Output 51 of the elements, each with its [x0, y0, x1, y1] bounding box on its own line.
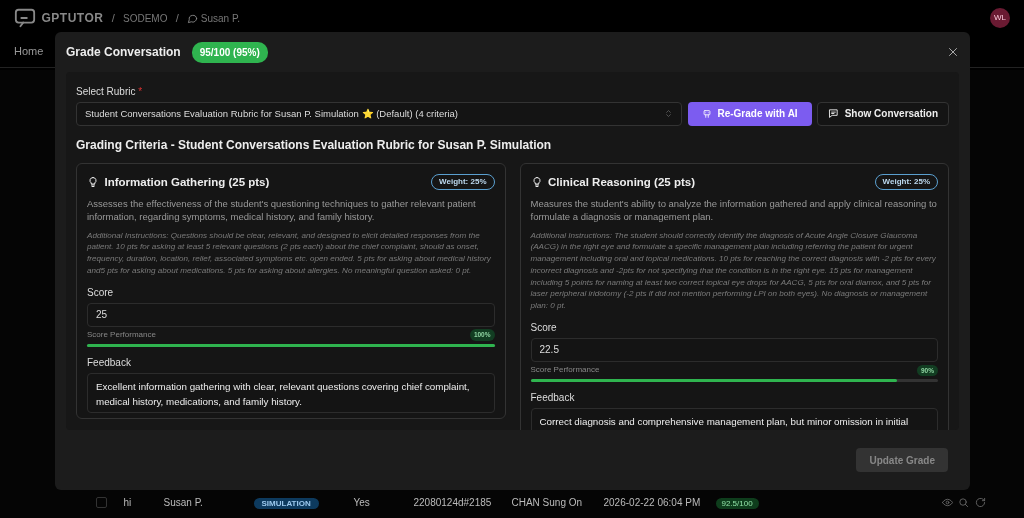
total-score-badge: 95/100 (95%)	[191, 41, 268, 63]
field-label: Score	[87, 285, 115, 300]
field-label: Feedback	[530, 391, 576, 406]
table-cell: Yes	[353, 496, 370, 508]
nav-link[interactable]: Home	[14, 43, 44, 60]
rubric-select[interactable]: Student Conversations Evaluation Rubric for Susan P. Simulation ⭐ (Default) (4 criteria)	[76, 101, 683, 126]
eye-icon[interactable]	[941, 496, 953, 508]
field-label: Select Rubric	[76, 85, 136, 99]
close-button[interactable]	[947, 46, 959, 58]
breadcrumb-separator: /	[111, 10, 115, 26]
row-checkbox[interactable]	[96, 496, 107, 508]
brand-name[interactable]: GPTUTOR	[41, 9, 104, 27]
dialog-title: Grade Conversation	[66, 44, 181, 61]
table-cell: hi	[123, 496, 132, 508]
table-cell: 22080124d#2185	[413, 496, 492, 508]
breadcrumb-link[interactable]: Susan P.	[200, 10, 241, 26]
chevron-updown-icon	[664, 109, 674, 119]
monitor-chat-icon	[14, 7, 36, 29]
show-conversation-button[interactable]: Show Conversation	[817, 101, 949, 126]
field-label: Score	[530, 320, 558, 335]
close-icon	[947, 46, 959, 58]
score-input[interactable]: 25	[87, 302, 495, 327]
performance-label: Score Performance	[87, 329, 156, 342]
breadcrumb-separator: /	[175, 10, 179, 26]
score-tag: 92.5/100	[715, 497, 759, 509]
section-heading: Grading Criteria - Student Conversations Evaluation Rubric for Susan P. Simulation	[76, 136, 553, 154]
feedback-field[interactable]: Correct diagnosis and comprehensive management plan, but minor omission in initial	[530, 408, 938, 430]
user-avatar[interactable]: WL	[990, 8, 1010, 28]
criterion-title: Clinical Reasoning (25 pts)	[548, 174, 696, 190]
performance-label: Score Performance	[530, 364, 600, 377]
robot-icon	[701, 108, 712, 119]
regrade-button[interactable]: Re-Grade with AI	[687, 101, 812, 126]
field-label: Feedback	[87, 356, 132, 371]
lightbulb-icon	[87, 176, 99, 189]
table-cell: Susan P.	[163, 496, 203, 508]
lightbulb-icon	[530, 176, 543, 189]
score-input[interactable]: 22.5	[530, 337, 938, 362]
breadcrumb-link[interactable]: SODEMO	[123, 10, 168, 26]
table-cell: 2026-02-22 06:04 PM	[603, 496, 701, 508]
type-tag: SIMULATION	[253, 497, 319, 509]
additional-instructions: Additional Instructions: The student should correctly identify the diagnosis of Acute Angle Closure Glaucoma (AACG) in the right eye and formulate a specific management plan including referring the patient for urgent management including oral and topical medications. 10 pts for reaching the correct diagnosis with -2 pts for every incorrect diagnosis and -2pts for not specifying that the condition is in the right eye. 15 pts for management including 5 points for naming at least two correct topical eye drops for AACG, 5 pts for oral diamox, and 5 pts for laser peripheral iridotomy (-2 pts if did not mention performing LPI on both eyes). No diagnosis or management plan: 0 pt.	[530, 229, 937, 312]
required-mark: *	[138, 85, 143, 99]
refresh-icon[interactable]	[974, 496, 986, 508]
additional-instructions: Additional Instructions: Questions should be clear, relevant, and designed to elicit detailed responses from the patient. 10 pts for asking at least 5 relevant questions (2 pts each) about the chief complaint, should as onset, frequency, duration, location, relief, associated symptoms etc. open ended. 5 pts for asking about medical history and5 pts for asking about medications. 5 pts for asking about allergies. No meaningful question asked: 0 pt.	[87, 229, 492, 277]
criterion-title: Information Gathering (25 pts)	[104, 174, 271, 190]
search-icon[interactable]	[958, 496, 969, 508]
feedback-field[interactable]: Excellent information gathering with clear, relevant questions covering chief complaint, medical history, medications, and family history.	[87, 373, 495, 414]
table-cell: CHAN Sung On	[511, 496, 583, 508]
criterion-description: Measures the student's ability to analyze the information gathered and apply clinical reasoning to formulate a diagnosis or management plan.	[530, 197, 938, 224]
chat-bubble-icon	[187, 12, 199, 24]
criterion-description: Assesses the effectiveness of the student's questioning techniques to gather relevant patient information, regarding symptoms, medical history, and family history.	[87, 197, 477, 224]
